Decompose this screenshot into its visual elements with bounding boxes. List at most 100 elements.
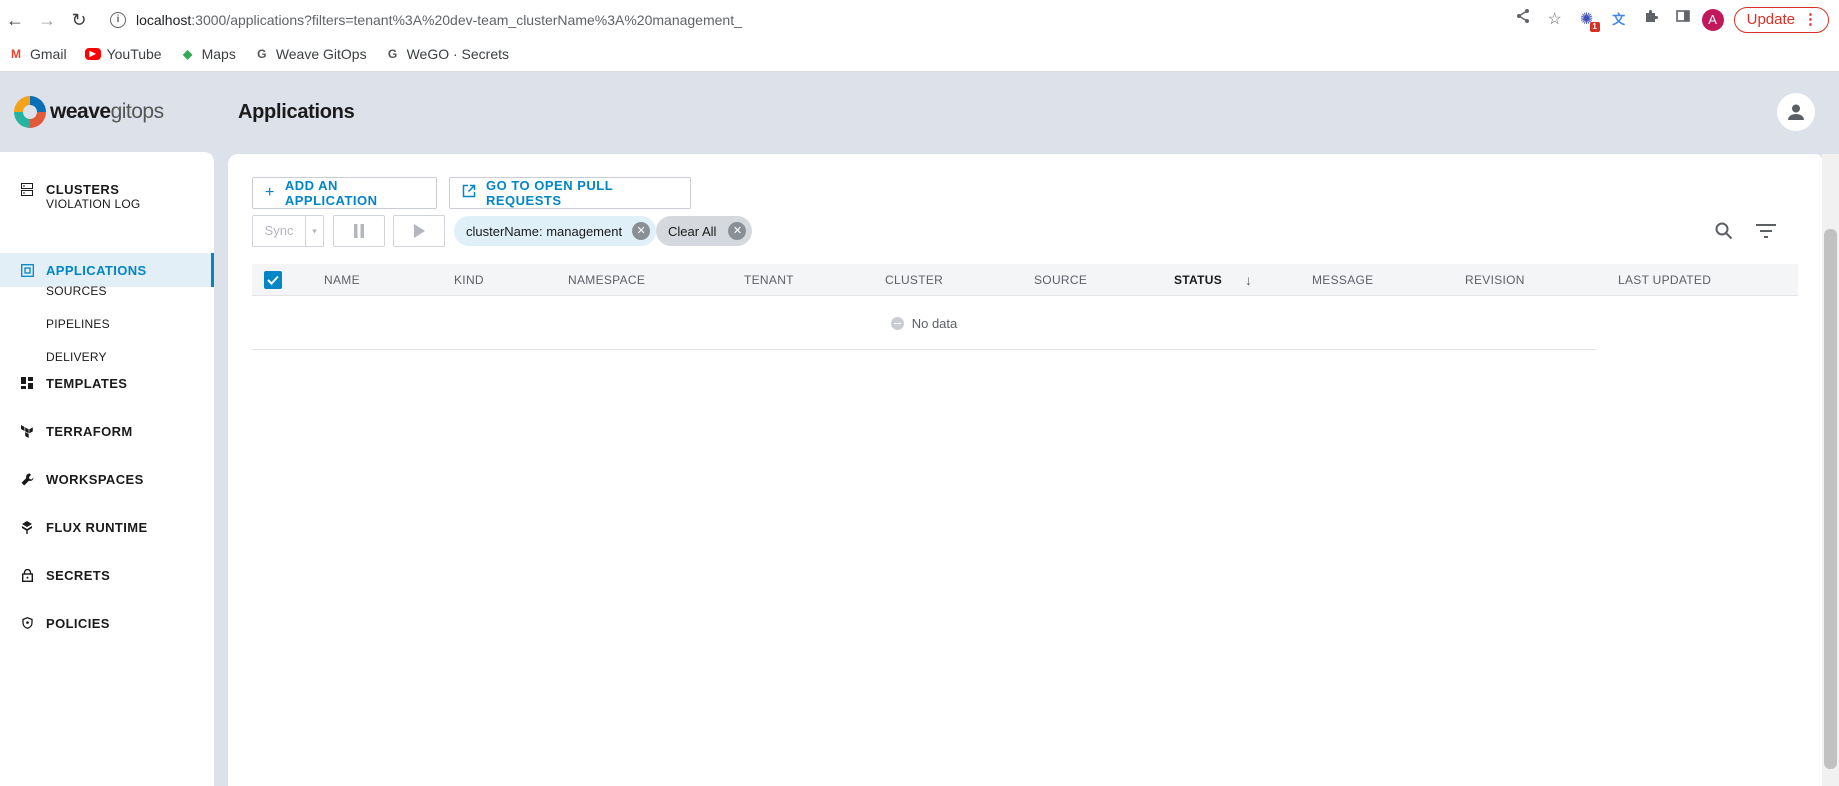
page-scrollbar[interactable] <box>1822 154 1839 786</box>
maps-icon: ◆ <box>182 47 193 61</box>
sync-button-group: Sync ▾ <box>252 215 324 247</box>
extension-badge: 1 <box>1589 22 1600 32</box>
site-info-icon[interactable]: i <box>110 12 126 28</box>
sidebar-item-policies[interactable]: POLICIES <box>0 606 214 640</box>
sync-dropdown-caret-icon[interactable]: ▾ <box>306 215 324 247</box>
profile-avatar[interactable]: A <box>1701 9 1724 31</box>
bookmark-label: Maps <box>201 46 236 62</box>
add-application-button[interactable]: + ADD AN APPLICATION <box>252 177 437 209</box>
forward-arrow-icon[interactable]: → <box>36 9 58 31</box>
wrench-icon <box>20 472 34 486</box>
gmail-icon: M <box>11 47 21 61</box>
sidebar-item-label: APPLICATIONS <box>46 262 147 278</box>
select-all-checkbox[interactable] <box>264 271 282 289</box>
clear-all-label: Clear All <box>668 223 717 239</box>
column-namespace[interactable]: NAMESPACE <box>568 264 645 296</box>
sidebar-item-label: TEMPLATES <box>46 375 128 391</box>
bookmark-maps[interactable]: ◆ Maps <box>180 46 236 62</box>
plus-icon: + <box>265 184 275 201</box>
column-last-updated[interactable]: LAST UPDATED <box>1618 264 1711 296</box>
table-header: NAME KIND NAMESPACE TENANT CLUSTER SOURC… <box>252 264 1798 296</box>
bookmark-gmail[interactable]: M Gmail <box>8 46 67 62</box>
column-name[interactable]: NAME <box>324 264 360 296</box>
clear-all-close-icon[interactable]: ✕ <box>728 222 747 240</box>
applications-icon <box>20 263 34 277</box>
sidebar-item-violation-log[interactable]: VIOLATION LOG <box>46 193 140 215</box>
terraform-icon <box>20 424 34 438</box>
sidebar-item-terraform[interactable]: TERRAFORM <box>0 414 214 448</box>
weave-logo-icon <box>14 96 46 128</box>
remove-filter-icon[interactable]: ✕ <box>632 222 651 240</box>
clear-all-chip[interactable]: Clear All ✕ <box>656 216 753 246</box>
bookmark-label: Gmail <box>30 46 67 62</box>
address-bar[interactable]: i localhost:3000/applications?filters=te… <box>110 7 1490 33</box>
bookmarks-bar: M Gmail ▶ YouTube ◆ Maps G Weave GitOps G WeG… <box>0 40 1839 68</box>
address-row: ← → ↻ i localhost:3000/applications?filt… <box>0 0 1839 40</box>
sidebar-item-secrets[interactable]: SECRETS <box>0 558 214 592</box>
column-kind[interactable]: KIND <box>454 264 484 296</box>
column-status[interactable]: STATUS <box>1174 264 1222 296</box>
update-label: Update <box>1746 11 1795 28</box>
reload-icon[interactable]: ↻ <box>68 9 90 31</box>
bookmark-label: WeGO · Secrets <box>406 46 510 62</box>
sidebar-item-label: POLICIES <box>46 615 110 631</box>
checkmark-icon <box>267 275 279 285</box>
bookmark-youtube[interactable]: ▶ YouTube <box>84 46 162 62</box>
url-host: localhost <box>136 12 192 28</box>
flux-icon <box>20 520 34 534</box>
sidebar-item-applications[interactable]: APPLICATIONS <box>0 253 214 287</box>
filter-chip-label: clusterName: management <box>466 223 623 239</box>
filter-icon[interactable] <box>1753 218 1779 244</box>
sidebar-item-delivery[interactable]: DELIVERY <box>46 346 107 368</box>
column-cluster[interactable]: CLUSTER <box>885 264 943 296</box>
url-path: :3000/applications?filters=tenant%3A%20d… <box>191 12 742 28</box>
column-revision[interactable]: REVISION <box>1465 264 1525 296</box>
search-icon[interactable] <box>1711 218 1737 244</box>
no-data-icon <box>890 316 904 330</box>
puzzle-extensions-icon[interactable] <box>1638 7 1664 33</box>
page-title: Applications <box>238 101 355 123</box>
share-icon[interactable] <box>1510 7 1536 33</box>
column-source[interactable]: SOURCE <box>1034 264 1087 296</box>
sort-arrow-down-icon[interactable]: ↓ <box>1245 264 1252 296</box>
play-icon <box>414 224 425 238</box>
user-menu-button[interactable] <box>1777 93 1815 131</box>
browser-chrome: ← → ↻ i localhost:3000/applications?filt… <box>0 0 1839 72</box>
shield-icon <box>20 616 34 630</box>
external-link-icon <box>462 184 476 202</box>
person-icon <box>1788 104 1804 120</box>
app-shell: weavegitops Applications CLUSTERS VIOLAT… <box>0 72 1839 786</box>
sidebar-item-pipelines[interactable]: PIPELINES <box>46 313 110 335</box>
weave-icon: G <box>387 47 398 61</box>
column-tenant[interactable]: TENANT <box>744 264 794 296</box>
sidebar-item-label: WORKSPACES <box>46 471 144 487</box>
resume-button[interactable] <box>393 215 445 247</box>
weave-gitops-logo[interactable]: weavegitops <box>14 96 164 128</box>
suspend-button[interactable] <box>333 215 385 247</box>
sidebar-item-sources[interactable]: SOURCES <box>46 280 107 302</box>
sidebar-item-label: TERRAFORM <box>46 423 133 439</box>
filter-chip-cluster[interactable]: clusterName: management ✕ <box>454 216 657 246</box>
bookmark-wego-secrets[interactable]: G WeGO · Secrets <box>385 46 509 62</box>
extension-sun-icon[interactable]: ✺ 1 <box>1574 7 1600 33</box>
sidebar-item-flux-runtime[interactable]: FLUX RUNTIME <box>0 510 214 544</box>
empty-table-row: No data <box>252 297 1596 350</box>
column-message[interactable]: MESSAGE <box>1312 264 1373 296</box>
templates-icon <box>20 376 34 390</box>
translate-icon[interactable]: 文 <box>1606 7 1632 33</box>
pause-icon <box>354 224 364 238</box>
scrollbar-thumb[interactable] <box>1824 229 1837 769</box>
lock-icon <box>20 568 34 582</box>
back-arrow-icon[interactable]: ← <box>4 9 26 31</box>
browser-update-button[interactable]: Update ⋮ <box>1733 7 1829 33</box>
bookmark-star-icon[interactable]: ☆ <box>1542 7 1568 33</box>
sync-button[interactable]: Sync <box>252 215 306 247</box>
bookmark-label: YouTube <box>106 46 162 62</box>
sidebar-item-workspaces[interactable]: WORKSPACES <box>0 462 214 496</box>
open-pull-requests-label: GO TO OPEN PULL REQUESTS <box>486 178 613 208</box>
open-pull-requests-button[interactable]: GO TO OPEN PULL REQUESTS <box>449 177 691 209</box>
clusters-icon <box>20 182 34 196</box>
bookmark-weave-gitops[interactable]: G Weave GitOps <box>254 46 366 62</box>
sidebar-item-templates[interactable]: TEMPLATES <box>0 366 214 400</box>
side-panel-icon[interactable] <box>1670 7 1696 33</box>
